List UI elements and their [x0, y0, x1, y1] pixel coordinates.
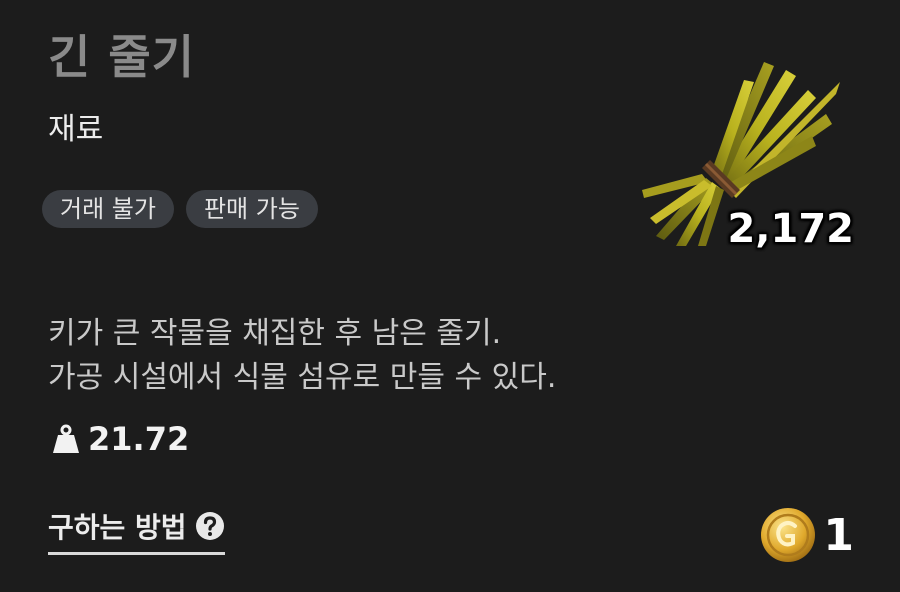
item-quantity: 2,172 [727, 206, 854, 252]
description-line-1: 키가 큰 작물을 채집한 후 남은 줄기. [48, 316, 502, 351]
weight-value: 21.72 [88, 420, 190, 458]
item-category: 재료 [48, 112, 104, 147]
tag-untradeable: 거래 불가 [42, 190, 174, 228]
item-tags: 거래 불가 판매 가능 [42, 190, 318, 228]
price-value: 1 [823, 509, 854, 561]
sell-price: 1 [759, 506, 854, 564]
description-line-2: 가공 시설에서 식물 섬유로 만들 수 있다. [48, 360, 557, 395]
item-description: 키가 큰 작물을 채집한 후 남은 줄기. 가공 시설에서 식물 섬유로 만들 … [48, 312, 556, 400]
gold-coin-icon [761, 508, 816, 562]
how-to-obtain-label: 구하는 방법 [48, 511, 187, 544]
question-mark-icon [195, 512, 224, 540]
item-weight: 21.72 [52, 420, 189, 458]
how-to-obtain-link[interactable]: 구하는 방법 [48, 506, 225, 555]
item-detail-panel: 긴 줄기 재료 거래 불가 판매 가능 2,172 키가 큰 작물을 채집한 후… [0, 0, 900, 592]
item-name: 긴 줄기 [48, 30, 195, 84]
weight-icon [53, 424, 79, 453]
tag-sellable: 판매 가능 [185, 190, 318, 228]
